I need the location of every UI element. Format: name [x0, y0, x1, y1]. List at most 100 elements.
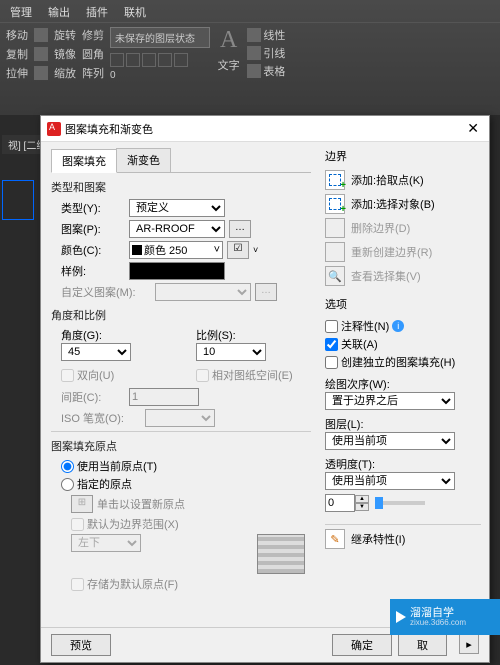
scale-icon — [34, 66, 48, 80]
pattern-select[interactable]: AR-RROOF — [129, 220, 225, 238]
cmd-linear[interactable]: 线性 — [247, 27, 285, 43]
close-button[interactable]: ✕ — [463, 120, 483, 137]
boundary-title: 边界 — [325, 148, 481, 164]
color-select[interactable]: 颜色 250˅ — [129, 241, 223, 259]
layer-label: 图层(L): — [325, 416, 481, 432]
transparency-select[interactable]: 使用当前项 — [325, 472, 455, 490]
custom-browse: … — [255, 283, 277, 301]
cmd-trim[interactable]: 修剪 — [82, 27, 104, 43]
dialog-title: 图案填充和渐变色 — [65, 121, 463, 137]
transparency-slider[interactable] — [375, 501, 425, 505]
cmd-mirror[interactable]: 镜像 — [54, 46, 76, 62]
inherit-icon: ✎ — [325, 529, 345, 549]
remove-icon — [325, 218, 345, 238]
sample-preview[interactable] — [129, 262, 225, 280]
sample-label: 样例: — [61, 263, 125, 279]
spacing-label: 间距(C): — [61, 389, 125, 405]
group-type: 类型和图案 — [51, 179, 311, 195]
options-title: 选项 — [325, 296, 481, 312]
tab-manage[interactable]: 管理 — [10, 4, 32, 20]
group-origin: 图案填充原点 — [51, 438, 311, 454]
titlebar: 图案填充和渐变色 ✕ — [41, 116, 489, 142]
recreate-boundary-button: 重新创建边界(R) — [325, 242, 481, 262]
info-icon[interactable]: i — [392, 320, 404, 332]
tab-plugins[interactable]: 插件 — [86, 4, 108, 20]
iso-label: ISO 笔宽(O): — [61, 410, 141, 426]
default-extents-checkbox — [71, 518, 84, 531]
angle-label: 角度(G): — [61, 327, 176, 343]
color-label: 颜色(C): — [61, 242, 125, 258]
app-icon — [47, 122, 61, 136]
tab-online[interactable]: 联机 — [124, 4, 146, 20]
play-icon — [396, 611, 406, 623]
transparency-label: 透明度(T): — [325, 456, 481, 472]
pattern-browse[interactable]: … — [229, 220, 251, 238]
tab-gradient[interactable]: 渐变色 — [116, 148, 171, 172]
layer-toggles[interactable] — [110, 53, 210, 67]
iso-select — [145, 409, 215, 427]
cmd-rotate[interactable]: 旋转 — [54, 27, 76, 43]
group-angle: 角度和比例 — [51, 307, 311, 323]
remove-boundary-button: 删除边界(D) — [325, 218, 481, 238]
associative-checkbox[interactable] — [325, 338, 338, 351]
transparency-spinner[interactable]: ▲▼ — [325, 494, 369, 512]
layer-current: 0 — [110, 70, 210, 81]
type-select[interactable]: 预定义 — [129, 199, 225, 217]
inherit-button[interactable]: ✎继承特性(I) — [325, 529, 481, 549]
recreate-icon — [325, 242, 345, 262]
hatch-dialog: 图案填充和渐变色 ✕ 图案填充 渐变色 类型和图案 类型(Y): 预定义 图案(… — [40, 115, 490, 663]
cmd-table[interactable]: 表格 — [247, 63, 285, 79]
draw-order-label: 绘图次序(W): — [325, 376, 481, 392]
scale-select[interactable]: 10 — [196, 343, 266, 361]
pick-point-icon: + — [325, 170, 345, 190]
add-select-button[interactable]: +添加:选择对象(B) — [325, 194, 481, 214]
color-bg-toggle[interactable]: ☑ — [227, 241, 249, 259]
select-object-icon: + — [325, 194, 345, 214]
table-icon — [247, 64, 261, 78]
origin-preview-icon — [257, 534, 305, 574]
preview-button[interactable]: 预览 — [51, 634, 111, 656]
layer-select[interactable]: 使用当前项 — [325, 432, 455, 450]
layer-state[interactable]: 未保存的图层状态 — [110, 27, 210, 48]
watermark: 溜溜自学zixue.3d66.com — [390, 599, 500, 635]
linear-icon — [247, 28, 261, 42]
cmd-array[interactable]: 阵列 — [82, 65, 104, 81]
expand-button[interactable]: ▸ — [459, 634, 479, 654]
leader-icon — [247, 46, 261, 60]
view-icon: 🔍 — [325, 266, 345, 286]
cmd-leader[interactable]: 引线 — [247, 45, 285, 61]
double-checkbox — [61, 369, 74, 382]
transparency-value[interactable] — [325, 494, 355, 512]
store-default-checkbox — [71, 578, 84, 591]
type-label: 类型(Y): — [61, 200, 125, 216]
cmd-scale[interactable]: 缩放 — [54, 65, 76, 81]
drawing-selection — [2, 180, 34, 220]
pattern-label: 图案(P): — [61, 221, 125, 237]
annotative-checkbox[interactable] — [325, 320, 338, 333]
separate-checkbox[interactable] — [325, 356, 338, 369]
angle-select[interactable]: 45 — [61, 343, 131, 361]
cmd-stretch[interactable]: 拉伸 — [6, 65, 28, 81]
cancel-button[interactable]: 取 — [398, 634, 447, 656]
origin-specified-radio[interactable] — [61, 478, 74, 491]
text-group-label: 文字 — [218, 57, 240, 73]
origin-position-select: 左下 — [71, 534, 141, 552]
ok-button[interactable]: 确定 — [332, 634, 392, 656]
dialog-tabs: 图案填充 渐变色 — [51, 148, 311, 173]
tab-hatch[interactable]: 图案填充 — [51, 149, 117, 173]
draw-order-select[interactable]: 置于边界之后 — [325, 392, 455, 410]
cmd-move[interactable]: 移动 — [6, 27, 28, 43]
tab-output[interactable]: 输出 — [48, 4, 70, 20]
ribbon-panels: 移动旋转修剪 复制镜像圆角 拉伸缩放阵列 未保存的图层状态 0 A 文字 线性 … — [0, 23, 500, 85]
mirror-icon — [34, 47, 48, 61]
scale-label: 比例(S): — [196, 327, 311, 343]
custom-pattern-label: 自定义图案(M): — [61, 284, 151, 300]
cmd-fillet[interactable]: 圆角 — [82, 46, 104, 62]
text-tool-icon[interactable]: A — [216, 27, 241, 54]
paper-space-checkbox — [196, 369, 209, 382]
origin-current-radio[interactable] — [61, 460, 74, 473]
spacing-input — [129, 388, 199, 406]
add-pick-button[interactable]: +添加:拾取点(K) — [325, 170, 481, 190]
cmd-copy[interactable]: 复制 — [6, 46, 28, 62]
ribbon-tabs: 管理 输出 插件 联机 — [0, 0, 500, 23]
